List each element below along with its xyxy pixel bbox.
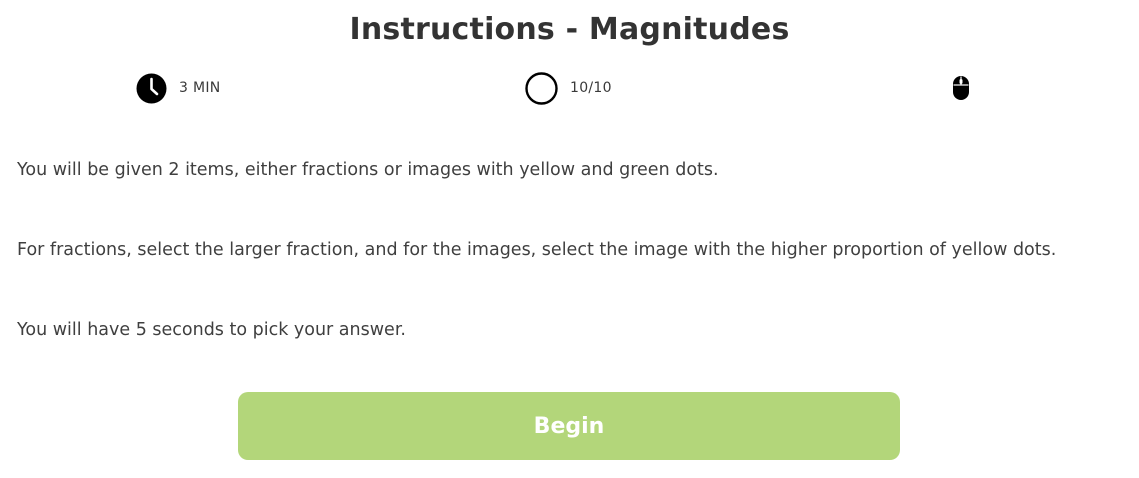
begin-button[interactable]: Begin	[238, 392, 900, 460]
progress-info: 10/10	[525, 71, 612, 105]
instruction-paragraph-3: You will have 5 seconds to pick your ans…	[17, 320, 406, 340]
progress-label: 10/10	[570, 80, 612, 96]
circle-icon	[525, 71, 558, 105]
mouse-icon	[952, 75, 970, 101]
input-info	[952, 72, 970, 104]
time-info: 3 MIN	[136, 72, 221, 104]
page-title: Instructions - Magnitudes	[349, 12, 790, 47]
time-label: 3 MIN	[179, 80, 221, 96]
instruction-paragraph-2: For fractions, select the larger fractio…	[17, 240, 1057, 260]
instruction-paragraph-1: You will be given 2 items, either fracti…	[17, 160, 719, 180]
clock-icon	[136, 73, 167, 104]
